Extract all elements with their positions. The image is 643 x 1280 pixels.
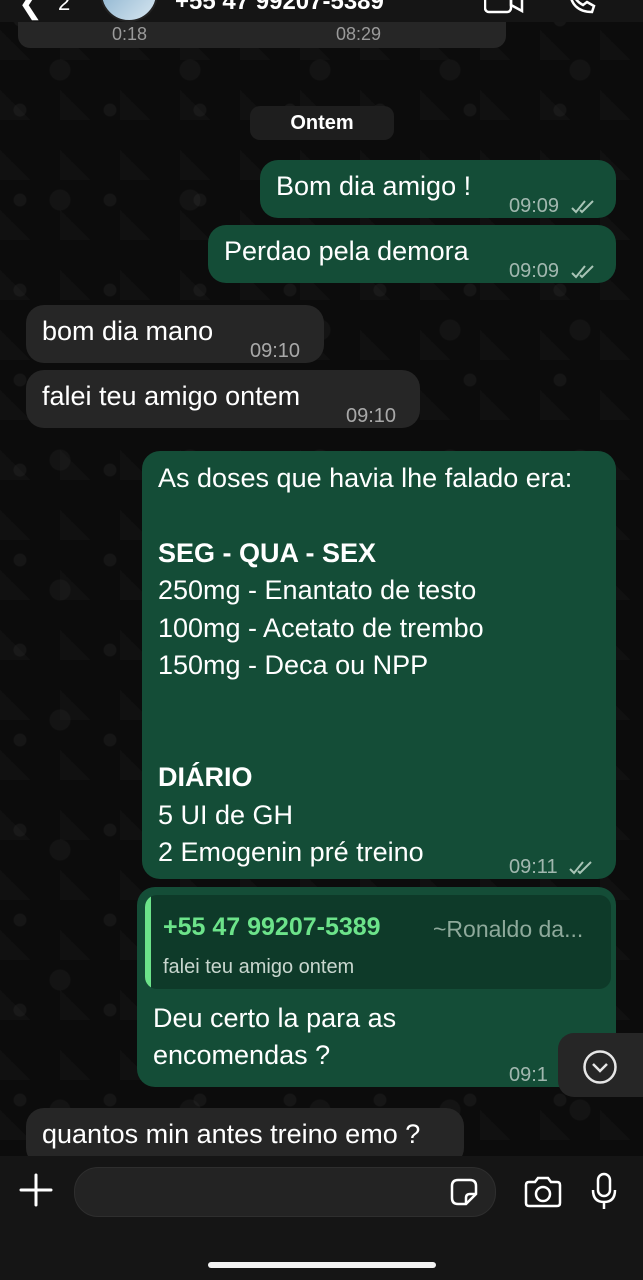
message-text-block: As doses que havia lhe falado era: SEG -… — [158, 460, 572, 871]
message-text-block: Deu certo la para as encomendas ? — [153, 1000, 396, 1075]
message-time: 09:10 — [250, 340, 301, 362]
chat-header: ❮ 2 +55 47 99207-5389 — [0, 0, 643, 22]
read-receipt-icon — [570, 200, 594, 214]
quote-accent-bar — [145, 895, 151, 989]
message-input[interactable] — [74, 1167, 496, 1217]
message-bubble-incoming[interactable]: falei teu amigo ontem 09:10 — [26, 370, 420, 428]
read-receipt-icon — [570, 265, 594, 279]
message-line: Deu certo la para as — [153, 1003, 397, 1033]
message-text: bom dia mano — [42, 316, 214, 346]
message-text: quantos min antes treino emo ? — [42, 1119, 421, 1149]
chevron-down-circle-icon — [583, 1050, 617, 1084]
message-line: As doses que havia lhe falado era: — [158, 463, 573, 493]
message-line — [158, 722, 572, 759]
date-chip: Ontem — [250, 106, 394, 140]
camera-icon[interactable] — [523, 1176, 563, 1208]
unread-count: 2 — [58, 0, 71, 15]
plus-icon[interactable] — [18, 1172, 54, 1208]
phone-icon[interactable] — [566, 0, 596, 21]
read-receipt-icon — [569, 861, 592, 875]
message-line: 250mg - Enantato de testo — [158, 575, 477, 606]
message-composer — [0, 1156, 643, 1280]
sticker-icon[interactable] — [448, 1176, 480, 1208]
message-line: 150mg - Deca ou NPP — [158, 649, 429, 680]
message-time: 09:11 — [509, 849, 597, 886]
scroll-to-bottom-button[interactable] — [558, 1033, 643, 1097]
message-bubble-reply[interactable]: +55 47 99207-5389 ~Ronaldo da... falei t… — [137, 887, 616, 1087]
message-line: 100mg - Acetato de trembo — [158, 612, 484, 643]
quoted-text: falei teu amigo ontem — [163, 956, 355, 978]
message-bubble-incoming[interactable]: bom dia mano 09:10 — [26, 305, 324, 363]
quoted-sender: +55 47 99207-5389 — [163, 913, 381, 941]
quoted-message[interactable]: +55 47 99207-5389 ~Ronaldo da... falei t… — [145, 895, 611, 989]
message-text: falei teu amigo ontem — [42, 381, 301, 411]
message-bubble-outgoing[interactable]: As doses que havia lhe falado era: SEG -… — [142, 451, 616, 879]
previous-message-fragment: 0:18 08:29 — [18, 22, 506, 48]
message-time: 09:1 — [509, 1064, 548, 1086]
previous-time-left: 0:18 — [112, 24, 148, 44]
message-line: encomendas ? — [153, 1040, 331, 1071]
microphone-icon[interactable] — [590, 1172, 618, 1212]
message-bubble-outgoing[interactable]: Perdao pela demora 09:09 — [208, 225, 616, 283]
message-text: Bom dia amigo ! — [276, 171, 472, 201]
message-time: 09:10 — [346, 405, 397, 427]
message-line — [158, 497, 572, 534]
previous-time-right: 08:29 — [336, 24, 382, 44]
message-line: DIÁRIO — [158, 762, 253, 793]
message-time: 09:09 — [509, 253, 599, 290]
message-text: Perdao pela demora — [224, 236, 469, 266]
message-line: 5 UI de GH — [158, 799, 294, 830]
avatar[interactable] — [100, 0, 158, 22]
message-bubble-outgoing[interactable]: Bom dia amigo ! 09:09 — [260, 160, 616, 218]
quoted-sender-alias: ~Ronaldo da... — [433, 916, 584, 942]
video-call-icon[interactable] — [483, 0, 524, 21]
contact-name[interactable]: +55 47 99207-5389 — [175, 0, 384, 16]
message-line: SEG - QUA - SEX — [158, 537, 377, 568]
message-line — [158, 684, 572, 721]
message-time: 09:09 — [509, 188, 599, 225]
home-indicator — [208, 1262, 436, 1268]
chevron-left-icon[interactable]: ❮ — [18, 0, 43, 21]
